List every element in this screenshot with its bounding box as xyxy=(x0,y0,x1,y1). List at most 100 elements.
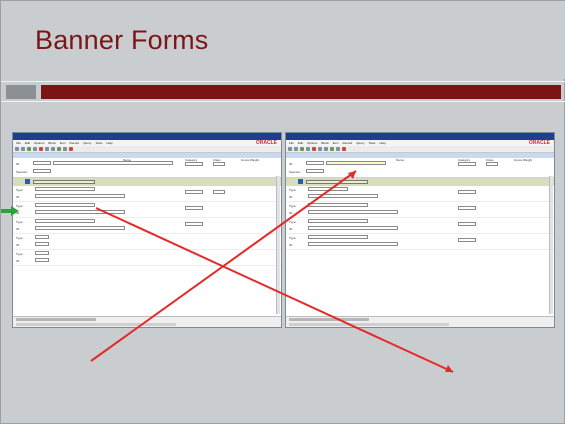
red-arrowhead-down xyxy=(445,365,453,372)
class-field xyxy=(213,162,225,166)
menu-help: Help xyxy=(106,141,113,145)
type-field xyxy=(35,251,49,255)
menu-block: Block xyxy=(48,141,56,145)
record-indicator xyxy=(298,179,303,184)
related-id-field xyxy=(35,210,125,214)
menu-query: Query xyxy=(83,141,92,145)
row-id-label: ID: xyxy=(289,211,293,215)
next-icon xyxy=(27,147,31,151)
row-type-label: Type: xyxy=(289,220,297,224)
row-id-label: ID: xyxy=(16,227,20,231)
col-header-name: Name xyxy=(123,158,132,162)
row-id-label: ID: xyxy=(16,195,20,199)
exit-icon xyxy=(69,147,73,151)
row-id-label: ID: xyxy=(16,243,20,247)
relationship-row: Type: ID: xyxy=(13,186,281,202)
sponsor-field xyxy=(306,169,324,173)
row-type-label: Type: xyxy=(289,204,297,208)
row-category-field xyxy=(458,206,476,210)
related-id-field xyxy=(308,242,398,246)
vertical-scrollbar xyxy=(549,176,553,314)
row-type-label: Type: xyxy=(16,252,24,256)
class-field xyxy=(486,162,498,166)
menu-edit: Edit xyxy=(24,141,31,145)
row-class-field xyxy=(213,190,225,194)
id-field xyxy=(306,161,324,165)
type-field xyxy=(35,219,95,223)
status-record-info xyxy=(289,323,449,326)
oracle-logo: ORACLE xyxy=(255,140,277,146)
divider-bottom xyxy=(1,101,565,102)
id-field xyxy=(33,161,51,165)
row-category-field xyxy=(185,206,203,210)
row-id-label: ID: xyxy=(289,195,293,199)
row-type-label: Type: xyxy=(289,188,297,192)
block-icon xyxy=(33,147,37,151)
next-icon xyxy=(300,147,304,151)
record-indicator xyxy=(25,179,30,184)
type-field xyxy=(35,235,49,239)
menu-file: File xyxy=(16,141,21,145)
relationship-row: Type: ID: xyxy=(13,218,281,234)
related-id-field xyxy=(35,226,125,230)
key-label-id: ID: xyxy=(16,162,20,166)
status-bar xyxy=(286,316,554,327)
type-field xyxy=(308,219,368,223)
menu-edit: Edit xyxy=(297,141,304,145)
block-icon xyxy=(306,147,310,151)
type-field xyxy=(308,203,368,207)
category-field xyxy=(458,162,476,166)
row-type-label: Type: xyxy=(16,188,24,192)
relationship-row: Type: ID: xyxy=(286,218,554,234)
rollback-icon xyxy=(294,147,298,151)
key-label-id: ID: xyxy=(289,162,293,166)
menu-item: Item xyxy=(332,141,339,145)
insert-icon xyxy=(45,147,49,151)
type-field xyxy=(35,203,95,207)
query-icon xyxy=(51,147,55,151)
relationship-row: Type: ID: xyxy=(13,202,281,218)
col-header-name: Name xyxy=(396,158,405,162)
menu-file: File xyxy=(289,141,294,145)
row-category-field xyxy=(458,222,476,226)
rollback-icon xyxy=(21,147,25,151)
menu-block: Block xyxy=(321,141,329,145)
status-message xyxy=(289,318,369,321)
col-header-gross-weight: Gross Weight xyxy=(514,158,533,162)
menu-record: Record xyxy=(342,141,353,145)
slide-title: Banner Forms xyxy=(35,25,209,55)
sponsor-field xyxy=(33,169,51,173)
status-message xyxy=(16,318,96,321)
relationship-row: Type: ID: xyxy=(286,234,554,250)
row-category-field xyxy=(185,222,203,226)
row-category-field xyxy=(458,238,476,242)
status-bar xyxy=(13,316,281,327)
menu-options: Options xyxy=(34,141,45,145)
execute-icon xyxy=(330,147,334,151)
name-field xyxy=(53,161,173,165)
row-type-label: Type: xyxy=(16,220,24,224)
print-icon xyxy=(336,147,340,151)
accent-bar-gray xyxy=(6,85,36,99)
relationship-row: Type: ID: xyxy=(13,234,281,250)
query-icon xyxy=(324,147,328,151)
vertical-scrollbar xyxy=(276,176,280,314)
status-record-info xyxy=(16,323,176,326)
menu-record: Record xyxy=(69,141,80,145)
related-id-field xyxy=(308,210,398,214)
menu-options: Options xyxy=(307,141,318,145)
type-field xyxy=(308,235,368,239)
oracle-logo: ORACLE xyxy=(528,140,550,146)
menu-tools: Tools xyxy=(95,141,103,145)
related-id-field xyxy=(35,194,125,198)
row-id-label: ID: xyxy=(16,259,20,263)
execute-icon xyxy=(57,147,61,151)
menu-query: Query xyxy=(356,141,365,145)
type-field xyxy=(35,187,95,191)
insert-icon xyxy=(318,147,322,151)
relationship-row: Type: ID: xyxy=(286,186,554,202)
window-title-bar xyxy=(13,133,281,140)
toolbar xyxy=(286,146,554,153)
key-label-sponsor: Sponsor: xyxy=(289,170,302,174)
row-id-label: ID: xyxy=(289,227,293,231)
